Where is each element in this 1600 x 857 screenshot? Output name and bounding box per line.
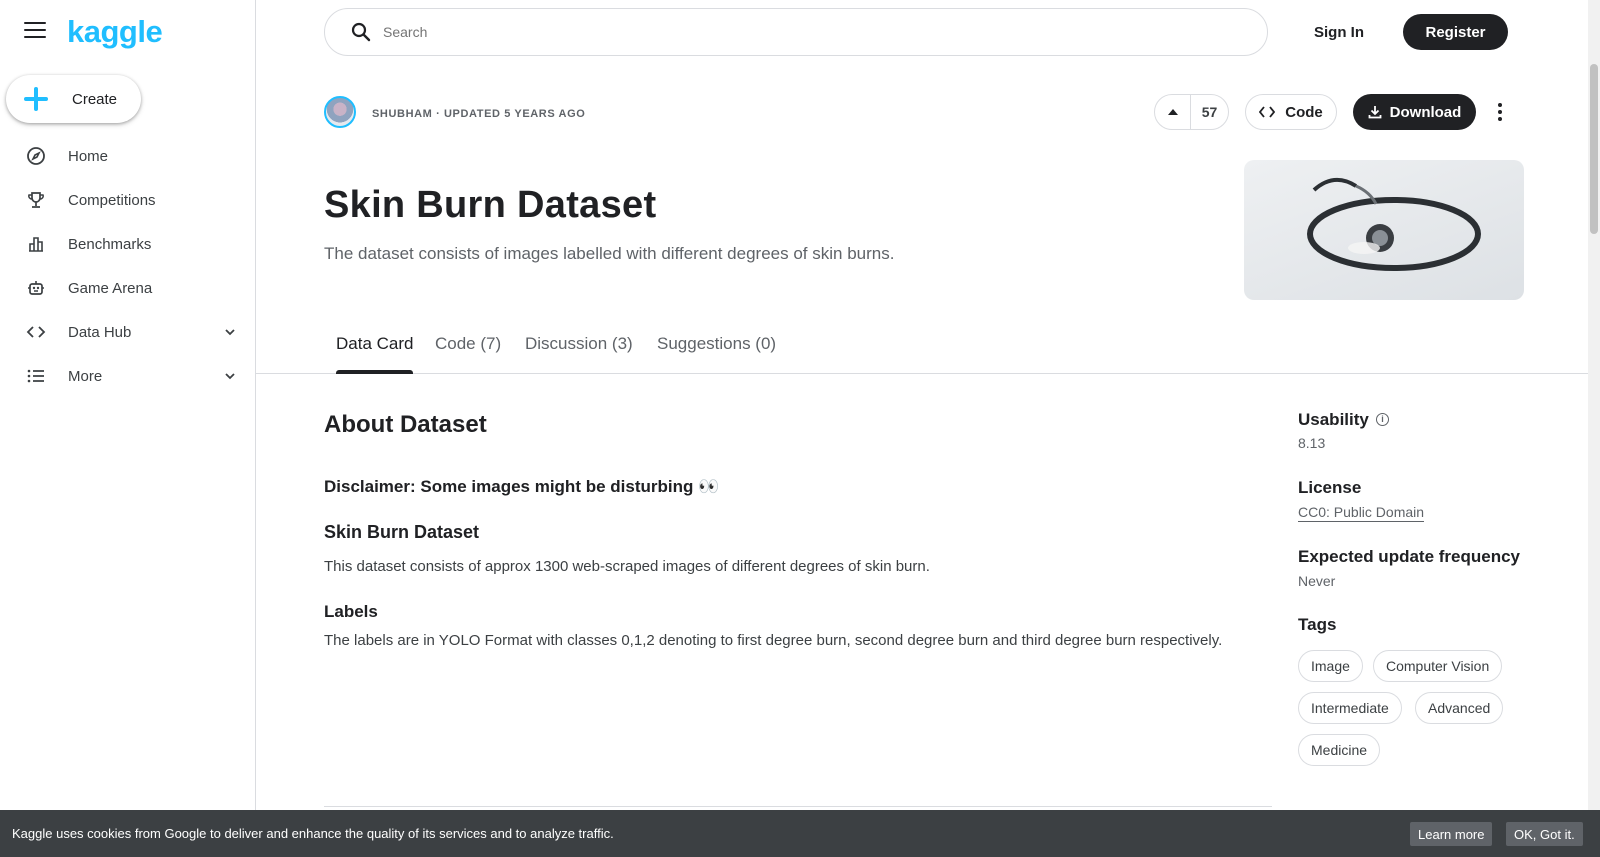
code-icon [1259, 106, 1276, 118]
ok-got-it-button[interactable]: OK, Got it. [1506, 822, 1583, 846]
license-link[interactable]: CC0: Public Domain [1298, 504, 1425, 522]
code-button[interactable]: Code [1245, 94, 1337, 130]
hamburger-menu-icon[interactable] [24, 22, 46, 40]
sidebar-item-data-hub[interactable]: Data Hub [0, 310, 256, 354]
download-icon [1368, 106, 1382, 119]
learn-more-button[interactable]: Learn more [1410, 822, 1493, 846]
plus-icon [24, 87, 48, 111]
usability-value: 8.13 [1298, 435, 1326, 451]
compass-icon [25, 145, 47, 167]
info-icon[interactable]: i [1376, 413, 1389, 426]
code-icon [25, 321, 47, 343]
create-button[interactable]: Create [6, 75, 141, 123]
register-button[interactable]: Register [1403, 14, 1508, 50]
tab-code[interactable]: Code (7) [435, 334, 501, 374]
download-button-label: Download [1389, 103, 1462, 121]
owner-updated-line[interactable]: SHUBHAM · UPDATED 5 YEARS AGO [372, 108, 585, 120]
more-options-icon[interactable] [1488, 98, 1512, 126]
sidebar-item-label: Competitions [68, 191, 156, 209]
sidebar-item-label: More [68, 367, 103, 385]
cookie-message: Kaggle uses cookies from Google to deliv… [12, 826, 614, 841]
license-label: License [1298, 478, 1362, 497]
bar-chart-icon [25, 233, 47, 255]
about-dataset-heading: About Dataset [324, 411, 487, 438]
search-bar[interactable] [324, 8, 1268, 56]
tag-chip[interactable]: Medicine [1298, 734, 1381, 766]
disclaimer-text: Disclaimer: Some images might be disturb… [324, 477, 720, 496]
sidebar-item-label: Data Hub [68, 323, 132, 341]
sidebar-item-competitions[interactable]: Competitions [0, 178, 256, 222]
update-frequency-value: Never [1298, 573, 1336, 589]
chevron-down-icon[interactable] [224, 326, 236, 338]
update-frequency-label: Expected update frequency [1298, 547, 1521, 566]
sidebar-item-label: Home [68, 147, 109, 165]
tab-bar: Data Card Code (7) Discussion (3) Sugges… [256, 334, 1588, 374]
section-description: This dataset consists of approx 1300 web… [324, 558, 930, 575]
scrollbar-thumb[interactable] [1590, 64, 1598, 234]
sidebar-item-more[interactable]: More [0, 354, 256, 398]
sidebar-item-benchmarks[interactable]: Benchmarks [0, 222, 256, 266]
trophy-icon [25, 189, 47, 211]
tab-discussion[interactable]: Discussion (3) [525, 334, 633, 374]
chevron-down-icon[interactable] [224, 370, 236, 382]
search-icon [351, 22, 371, 42]
avatar[interactable] [324, 96, 356, 128]
tab-suggestions[interactable]: Suggestions (0) [657, 334, 776, 374]
tag-chip[interactable]: Intermediate [1298, 692, 1402, 724]
caret-up-icon [1167, 109, 1178, 115]
sign-in-button[interactable]: Sign In [1298, 14, 1380, 50]
sidebar: kaggle Create Home Competitions Benchmar… [0, 0, 256, 857]
upvote-widget: 57 [1154, 94, 1229, 130]
upvote-button[interactable] [1155, 95, 1191, 129]
labels-heading: Labels [324, 602, 378, 621]
dataset-cover-image [1244, 160, 1524, 300]
vote-count[interactable]: 57 [1191, 104, 1228, 120]
sidebar-item-game-arena[interactable]: Game Arena [0, 266, 256, 310]
scrollbar[interactable] [1588, 0, 1600, 810]
page-title: Skin Burn Dataset [324, 184, 657, 226]
sidebar-item-label: Benchmarks [68, 235, 152, 253]
sidebar-item-home[interactable]: Home [0, 134, 256, 178]
search-input[interactable] [383, 24, 1183, 40]
kaggle-logo[interactable]: kaggle [67, 14, 163, 50]
tab-data-card[interactable]: Data Card [336, 334, 414, 374]
tag-chip[interactable]: Advanced [1415, 692, 1504, 724]
list-icon [25, 365, 47, 387]
tag-chip[interactable]: Computer Vision [1373, 650, 1503, 682]
create-label: Create [72, 90, 118, 108]
stethoscope-image [1307, 178, 1481, 271]
section-heading: Skin Burn Dataset [324, 522, 480, 542]
tag-chip[interactable]: Image [1298, 650, 1363, 682]
usability-label: Usability [1298, 410, 1369, 429]
code-button-label: Code [1285, 103, 1323, 121]
download-button[interactable]: Download [1353, 94, 1476, 130]
page-subtitle: The dataset consists of images labelled … [324, 244, 895, 263]
cookie-banner: Kaggle uses cookies from Google to deliv… [0, 810, 1600, 857]
labels-description: The labels are in YOLO Format with class… [324, 632, 1223, 649]
sidebar-item-label: Game Arena [68, 279, 153, 297]
tags-label: Tags [1298, 615, 1337, 634]
robot-icon [25, 277, 47, 299]
